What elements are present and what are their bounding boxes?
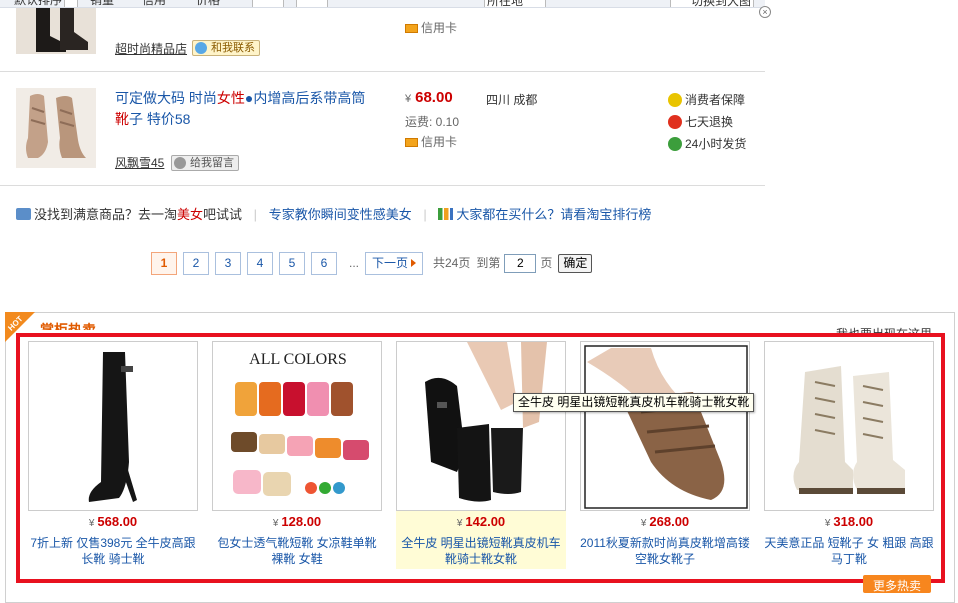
chat-icon xyxy=(195,42,207,54)
shield-icon xyxy=(668,93,682,107)
seller-link[interactable]: 风飘雪45 xyxy=(115,154,164,171)
product-thumbnail[interactable] xyxy=(16,88,96,168)
shipping-fee: 运费: 0.10 xyxy=(405,115,460,129)
credit-card-icon xyxy=(405,24,418,33)
sort-sales[interactable]: 销量 xyxy=(90,0,114,7)
page-unit: 页 xyxy=(540,256,553,270)
page-4[interactable]: 4 xyxy=(247,252,273,275)
page-1[interactable]: 1 xyxy=(151,252,177,275)
location-select[interactable]: 所在地 xyxy=(484,0,546,7)
bar-chart-icon xyxy=(438,208,454,220)
page-3[interactable]: 3 xyxy=(215,252,241,275)
product-thumbnail[interactable] xyxy=(16,8,96,54)
next-page-button[interactable]: 下一页 xyxy=(365,252,423,275)
sort-price[interactable]: 价格 xyxy=(196,0,220,7)
hot-item-price: ¥568.00 xyxy=(88,514,138,529)
chat-bubble-icon xyxy=(16,208,31,220)
hot-item-title[interactable]: 天美意正品 短靴子 女 粗跟 高跟 马丁靴 xyxy=(764,535,934,567)
hot-item-image[interactable] xyxy=(28,341,198,511)
service-seven-day-return[interactable]: 七天退换 xyxy=(668,113,733,130)
highlight-frame: ¥568.00 7折上新 仅售398元 全牛皮高跟长靴 骑士靴 ALL COLO… xyxy=(16,333,945,583)
tip-expert-link[interactable]: 专家教你瞬间变性感美女 xyxy=(269,207,412,222)
page-ellipsis: ... xyxy=(348,256,359,270)
page-6[interactable]: 6 xyxy=(311,252,337,275)
hot-item-price: ¥128.00 xyxy=(272,514,322,529)
price-min-input[interactable] xyxy=(252,0,284,7)
product-price: ¥68.00 xyxy=(405,89,453,106)
hot-item-image[interactable] xyxy=(396,341,566,511)
tip-ranking-link[interactable]: 大家都在买什么？请看淘宝排行榜 xyxy=(456,207,651,222)
hot-item-image-text: ALL COLORS xyxy=(249,351,347,368)
credit-card-icon xyxy=(405,138,418,147)
hot-item-price: ¥268.00 xyxy=(640,514,690,529)
total-pages: 共24页 xyxy=(433,256,471,270)
hot-item-title[interactable]: 全牛皮 明星出镜短靴真皮机车靴骑士靴女靴 xyxy=(396,535,566,567)
payment-credit-card: 信用卡 xyxy=(405,19,457,36)
hot-item-title[interactable]: 7折上新 仅售398元 全牛皮高跟长靴 骑士靴 xyxy=(28,535,198,567)
page-5[interactable]: 5 xyxy=(279,252,305,275)
pagination: 1 2 3 4 5 6... 下一页 共24页 到第 2 页确定 xyxy=(151,252,593,276)
hot-sales-title: 掌柜热卖 xyxy=(40,322,96,330)
service-consumer-protection[interactable]: 消费者保障 xyxy=(668,91,745,108)
service-24h-shipping[interactable]: 24小时发货 xyxy=(668,135,746,152)
product-row: 可定做大码 时尚女性●内增高后系带高筒靴子 特价58 ¥68.00 运费: 0.… xyxy=(0,72,765,186)
hot-item-title[interactable]: 包女士透气靴短靴 女凉鞋单靴裸靴 女鞋 xyxy=(212,535,382,567)
switch-view-button[interactable]: 切换到大图 xyxy=(670,0,754,7)
hot-item-title[interactable]: 2011秋夏新款时尚真皮靴增高镂空靴女靴子 xyxy=(580,535,750,567)
hot-item-image[interactable] xyxy=(580,341,750,511)
arrow-right-icon xyxy=(411,259,416,267)
hot-sales-box: HOT 掌柜热卖 我也要出现在这里 ¥568.00 7折上新 仅售398元 全牛… xyxy=(5,312,955,603)
seven-day-icon xyxy=(668,115,682,129)
hot-item-price: ¥142.00 xyxy=(456,514,506,529)
hot-item-image[interactable]: ALL COLORS xyxy=(212,341,382,511)
goto-page-input[interactable]: 2 xyxy=(504,254,537,273)
hot-item-hovered[interactable]: ¥142.00 全牛皮 明星出镜短靴真皮机车靴骑士靴女靴 xyxy=(396,341,566,569)
price-max-input[interactable] xyxy=(296,0,328,7)
page-2[interactable]: 2 xyxy=(183,252,209,275)
contact-me-button[interactable]: 和我联系 xyxy=(192,40,260,56)
hot-item-price: ¥318.00 xyxy=(824,514,874,529)
more-hot-sales-button[interactable]: 更多热卖 xyxy=(863,575,931,593)
sort-default[interactable]: 默认排序 xyxy=(14,0,62,7)
tips-bar: 没找到满意商品？去一淘美女吧试试 | 专家教你瞬间变性感美女 | 大家都在买什么… xyxy=(16,204,651,223)
product-location: 四川 成都 xyxy=(486,93,538,107)
sort-dropdown[interactable] xyxy=(64,0,78,7)
product-title-link[interactable]: 可定做大码 时尚女性●内增高后系带高筒靴子 特价58 xyxy=(115,88,370,130)
sort-credit[interactable]: 信用 xyxy=(142,0,166,7)
payment-credit-card: 信用卡 xyxy=(405,133,457,150)
tooltip: 全牛皮 明星出镜短靴真皮机车靴骑士靴女靴 xyxy=(513,393,755,412)
hot-item-image[interactable] xyxy=(764,341,934,511)
leave-message-button[interactable]: 给我留言 xyxy=(171,155,239,171)
chat-icon xyxy=(174,157,186,169)
product-row-prev: 信用卡 超时尚精品店 和我联系 xyxy=(0,8,765,72)
goto-label: 到第 xyxy=(476,256,501,270)
tip-etao[interactable]: 没找到满意商品？去一淘美女吧试试 xyxy=(34,207,242,222)
seller-link[interactable]: 超时尚精品店 xyxy=(115,40,187,57)
filter-bar: 默认排序 销量 信用 价格 所在地 切换到大图 xyxy=(0,0,765,8)
shipping-icon xyxy=(668,137,682,151)
confirm-button[interactable]: 确定 xyxy=(558,254,593,273)
